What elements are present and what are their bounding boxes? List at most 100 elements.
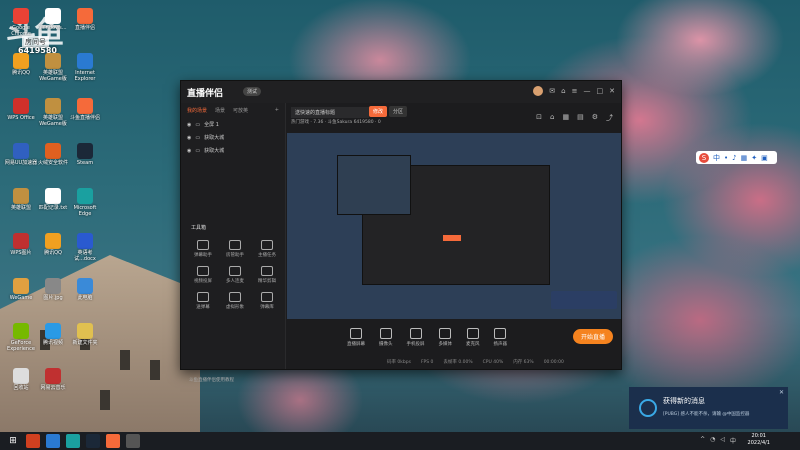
tab-scenes[interactable]: 场景 <box>215 107 225 114</box>
notification-toast[interactable]: 获得新的消息 [PUBG] 感人不能不杀，请输 @中国监控器 ✕ <box>629 387 788 429</box>
desktop-icon[interactable]: Microsoft Edge <box>68 188 102 217</box>
scene-item[interactable]: ◉ ▭ 获取大城 <box>181 144 285 157</box>
desktop-icon[interactable]: Windows... <box>36 8 70 31</box>
scene-item[interactable]: ◉ ▭ 全屏 1 <box>181 118 285 131</box>
eye-icon[interactable]: ◉ <box>187 148 191 154</box>
status-cpu: CPU 40% <box>482 359 504 365</box>
toolbox-icon[interactable]: ▣ <box>761 154 768 162</box>
desktop-icon[interactable]: 直播伴侣 <box>68 8 102 31</box>
room-title-input[interactable]: 送快速的直播标题 <box>291 107 369 118</box>
desktop-icon[interactable]: WPS Office <box>4 98 38 121</box>
desktop-icon[interactable]: WeGame <box>4 278 38 301</box>
chevron-up-icon[interactable]: ^ <box>700 436 705 445</box>
desktop-icon[interactable]: 英雄联盟 WeGame版 <box>36 98 70 127</box>
ime-indicator[interactable]: 中 <box>730 436 736 445</box>
desktop-icon[interactable]: 英雄联盟 WeGame版 <box>36 53 70 82</box>
settings-icon[interactable]: ⚙ <box>592 113 598 123</box>
phone-cast-button[interactable]: 手机投屏 <box>407 327 425 347</box>
clock[interactable]: 20:01 2022/4/1 <box>748 433 770 447</box>
steam-taskbar-icon[interactable] <box>86 434 100 448</box>
desktop-icon[interactable]: 腾讯QQ <box>4 53 38 76</box>
desktop-icon[interactable]: Google Chrome <box>4 8 38 37</box>
desktop-icon[interactable]: Steam <box>68 143 102 166</box>
network-icon[interactable]: ◔ <box>710 436 715 445</box>
version-badge[interactable]: 测试 <box>243 87 262 96</box>
mail-icon[interactable]: ✉ <box>549 87 555 95</box>
desktop-icon[interactable]: 腾讯QQ <box>36 233 70 256</box>
screen-capture-button[interactable]: 直播屏幕 <box>347 327 365 347</box>
tool-room-manager[interactable]: 房管助手 <box>219 240 251 258</box>
browser-taskbar-icon[interactable] <box>66 434 80 448</box>
tool-highlight-clip[interactable]: 精华剪辑 <box>251 266 283 284</box>
tab-other[interactable]: 可放英 <box>233 107 248 114</box>
media-button[interactable]: 多媒体 <box>439 327 452 347</box>
desktop-icon[interactable]: 网易UU加速器 <box>4 143 38 166</box>
avatar[interactable] <box>533 86 544 96</box>
ime-mode[interactable]: 中 <box>713 153 720 163</box>
desktop-icon[interactable]: 火绒安全软件 <box>36 143 70 166</box>
start-live-button[interactable]: 开始直播 <box>572 329 613 344</box>
desktop-icon[interactable]: GeForce Experience <box>4 323 38 352</box>
desktop-icon-label: Steam <box>76 160 94 166</box>
lock-icon[interactable]: ⊡ <box>536 113 542 123</box>
close-icon[interactable]: ✕ <box>779 389 784 396</box>
microphone-button[interactable]: 麦克风 <box>466 327 480 347</box>
volume-icon[interactable]: ◁ <box>720 436 725 445</box>
tool-danmu-helper[interactable]: 弹幕助手 <box>187 240 219 258</box>
scene-item[interactable]: ◉ ▭ 获取大城 <box>181 131 285 144</box>
desktop-icon[interactable]: 此电脑 <box>68 278 102 301</box>
tutorial-link[interactable]: 斗鱼直播伴侣使用教程 <box>189 377 234 383</box>
minimize-icon[interactable]: — <box>584 87 591 95</box>
menu-icon[interactable]: ≡ <box>572 87 578 95</box>
desktop-icon[interactable]: 匹配记录.txt <box>36 188 70 211</box>
skin-icon[interactable]: ✦ <box>751 154 757 162</box>
app-icon <box>45 143 61 159</box>
desktop-icon-label: 腾讯视频 <box>42 340 63 346</box>
app-taskbar-icon[interactable] <box>126 434 140 448</box>
ime-toolbar[interactable]: S 中 • ♪ ▦ ✦ ▣ <box>696 151 777 164</box>
tab-my-scenes[interactable]: 我的场景 <box>187 107 207 114</box>
desktop-icon[interactable]: 英语考试...docx <box>68 233 102 262</box>
grid-icon[interactable]: ▦ <box>562 113 569 123</box>
eye-icon[interactable]: ◉ <box>187 122 191 128</box>
add-scene-icon[interactable]: + <box>275 107 279 114</box>
desktop-icon[interactable]: 图片.jpg <box>36 278 70 301</box>
category-button[interactable]: 分区 <box>389 106 408 117</box>
punctuation-icon[interactable]: • <box>724 154 728 162</box>
desktop-icon[interactable]: 腾讯视频 <box>36 323 70 346</box>
live-companion-taskbar-icon[interactable] <box>106 434 120 448</box>
microphone-icon[interactable]: ♪ <box>732 154 736 162</box>
edge-taskbar-icon[interactable] <box>46 434 60 448</box>
desktop-icon[interactable]: 回收站 <box>4 368 38 391</box>
gift-icon[interactable]: ⌂ <box>561 87 565 95</box>
desktop-icon[interactable]: WPS图片 <box>4 233 38 256</box>
tool-streamer-task[interactable]: 主播任务 <box>251 240 283 258</box>
tool-multi-mic[interactable]: 多人连麦 <box>219 266 251 284</box>
tool-danmu-lib[interactable]: 弹幕库 <box>251 292 283 310</box>
camera-button[interactable]: 摄像头 <box>379 327 393 347</box>
tool-video-cast[interactable]: 视频投屏 <box>187 266 219 284</box>
app-icon <box>45 53 61 69</box>
tool-send-danmu[interactable]: 送弹幕 <box>187 292 219 310</box>
keyboard-icon[interactable]: ▦ <box>741 154 748 162</box>
desktop-icon[interactable]: 斗鱼直播伴侣 <box>68 98 102 121</box>
maximize-icon[interactable]: □ <box>597 87 604 95</box>
close-icon[interactable]: ✕ <box>609 87 615 95</box>
desktop-icon[interactable]: 网易云音乐 <box>36 368 70 391</box>
start-icon[interactable]: ⊞ <box>6 434 20 448</box>
stream-preview[interactable] <box>287 133 621 319</box>
speaker-button[interactable]: 扬声器 <box>494 327 507 347</box>
app-icon <box>45 278 61 294</box>
chart-icon[interactable]: ▤ <box>577 113 584 123</box>
gift-icon[interactable]: ⌂ <box>550 113 554 123</box>
desktop-icon[interactable]: 新建文件夹 <box>68 323 102 346</box>
edit-button[interactable]: 修改 <box>369 106 388 117</box>
desktop-icon-label: 英语考试...docx <box>74 250 96 262</box>
eye-icon[interactable]: ◉ <box>187 135 191 141</box>
share-icon[interactable]: ⤴ <box>606 113 613 123</box>
tool-avatar[interactable]: 虚拟形象 <box>219 292 251 310</box>
desktop-icon[interactable]: Internet Explorer <box>68 53 102 82</box>
app-icon <box>13 233 29 249</box>
desktop-icon[interactable]: 英雄联盟 <box>4 188 38 211</box>
douyu-taskbar-icon[interactable] <box>26 434 40 448</box>
